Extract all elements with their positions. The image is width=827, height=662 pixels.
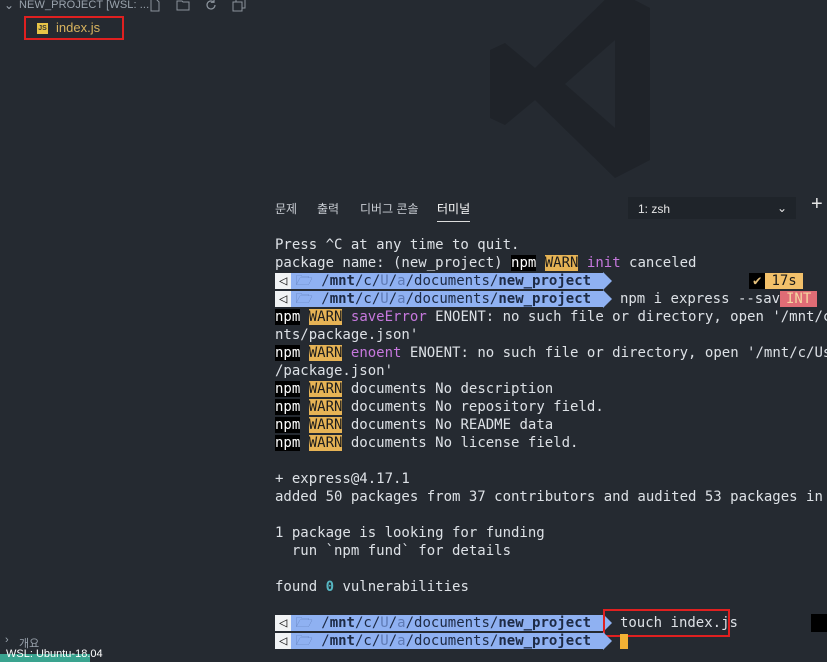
terminal-line: 1 package is looking for funding xyxy=(275,525,545,541)
tab-terminal[interactable]: 터미널 xyxy=(437,200,471,222)
terminal-line: nts/package.json' xyxy=(275,327,419,343)
terminal-line: Press ^C at any time to quit. xyxy=(275,237,520,253)
chevron-down-icon: ⌄ xyxy=(776,201,787,215)
terminal-line: npm WARN documents No description xyxy=(275,381,554,397)
status-bar xyxy=(0,654,827,662)
shell-prompt: ◁ 🗁 /mnt/c/U/a/documents/new_project xyxy=(275,272,612,290)
shell-prompt: ◁ 🗁 /mnt/c/U/a/documents/new_project xyxy=(275,632,628,650)
terminal-cursor xyxy=(619,633,628,649)
collapse-all-icon[interactable] xyxy=(232,0,246,12)
terminal-line: npm WARN documents No README data xyxy=(275,417,554,433)
prompt-icon: ◁ xyxy=(275,291,292,307)
remote-indicator[interactable]: WSL: Ubuntu-18.04 xyxy=(0,648,103,662)
terminal-line: npm WARN documents No repository field. xyxy=(275,399,604,415)
terminal-select[interactable]: 1: zsh ⌄ xyxy=(628,197,796,219)
prompt-icon: ◁ xyxy=(275,633,292,649)
chevron-right-icon[interactable]: › xyxy=(5,634,9,646)
prompt-status-badge xyxy=(811,614,827,632)
tab-problems[interactable]: 문제 xyxy=(275,200,297,217)
file-name: index.js xyxy=(56,20,101,35)
shell-prompt: ◁ 🗁 /mnt/c/U/a/documents/new_project npm … xyxy=(275,290,789,308)
check-icon: ✔ xyxy=(749,273,766,289)
new-folder-icon[interactable] xyxy=(176,0,190,12)
terminal-line: package name: (new_project) npm WARN ini… xyxy=(275,255,697,271)
terminal-line: /package.json' xyxy=(275,363,394,379)
js-file-icon: JS xyxy=(37,23,48,34)
vscode-watermark-icon xyxy=(490,0,650,178)
prompt-icon: ◁ xyxy=(275,273,292,289)
duration-badge: 17s xyxy=(765,273,803,289)
tab-output[interactable]: 출력 xyxy=(317,200,339,217)
terminal-line: run `npm fund` for details xyxy=(275,543,512,559)
terminal-line: found 0 vulnerabilities xyxy=(275,579,469,595)
explorer-header[interactable]: ⌄ NEW_PROJECT [WSL: ... xyxy=(0,0,260,16)
folder-icon: 🗁 xyxy=(295,291,313,307)
folder-icon: 🗁 xyxy=(295,615,313,631)
command-text: npm i express --save xyxy=(619,291,789,307)
add-terminal-button[interactable]: + xyxy=(811,193,823,216)
file-item-index-js[interactable]: JS index.js xyxy=(24,16,124,40)
new-file-icon[interactable] xyxy=(148,0,162,12)
folder-icon: 🗁 xyxy=(295,633,313,649)
terminal-select-value: 1: zsh xyxy=(638,202,671,216)
explorer-title: NEW_PROJECT [WSL: ... xyxy=(19,0,150,11)
interrupt-badge: INT xyxy=(780,290,818,308)
terminal-output[interactable]: Press ^C at any time to quit. package na… xyxy=(275,236,827,656)
folder-icon: 🗁 xyxy=(295,273,313,289)
terminal-line: added 50 packages from 37 contributors a… xyxy=(275,489,827,505)
terminal-line: npm WARN documents No license field. xyxy=(275,435,579,451)
terminal-line: npm WARN saveError ENOENT: no such file … xyxy=(275,309,827,325)
tab-debug-console[interactable]: 디버그 콘솔 xyxy=(360,200,419,217)
remote-label: WSL: Ubuntu-18.04 xyxy=(6,648,103,660)
prompt-status-badge: ✔ 17s xyxy=(749,272,803,290)
terminal-line: npm WARN enoent ENOENT: no such file or … xyxy=(275,345,827,361)
chevron-down-icon[interactable]: ⌄ xyxy=(4,0,14,12)
prompt-icon: ◁ xyxy=(275,615,292,631)
refresh-icon[interactable] xyxy=(204,0,218,12)
terminal-line: + express@4.17.1 xyxy=(275,471,410,487)
